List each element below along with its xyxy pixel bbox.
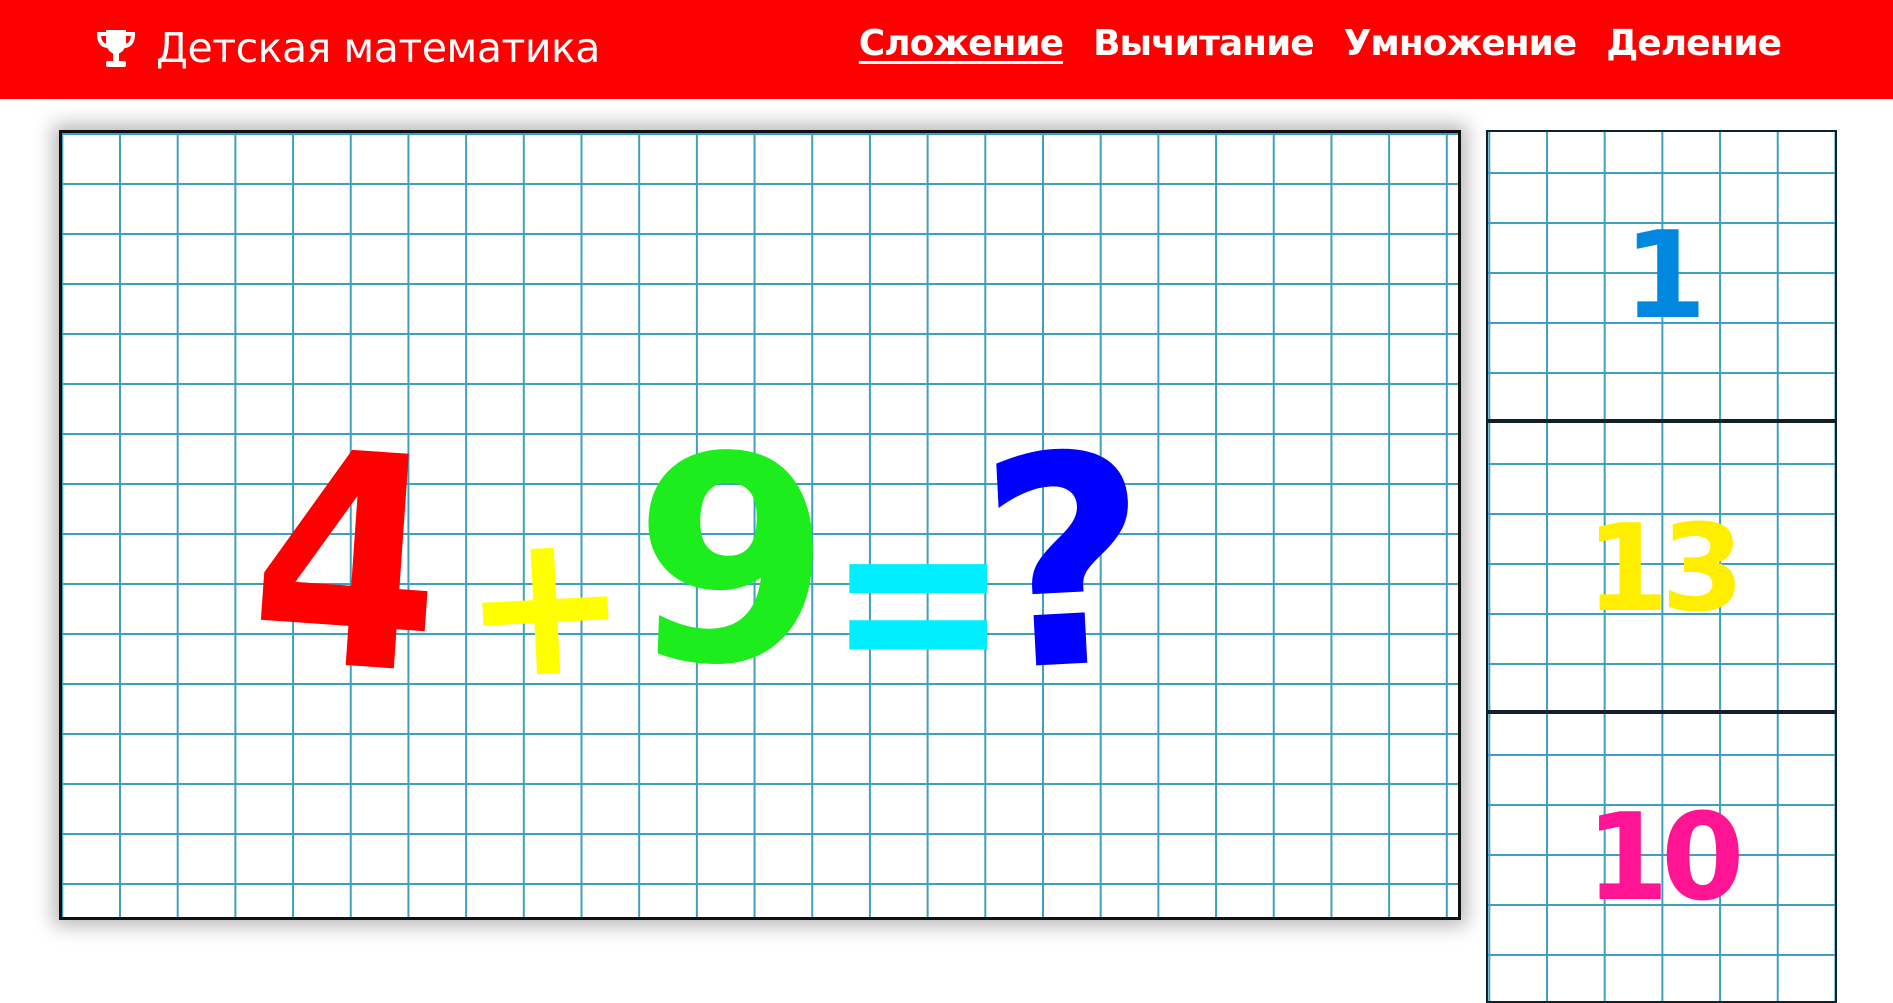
answer-value: 10 (1586, 789, 1739, 928)
answer-option-1-graphic: 1 (1623, 207, 1707, 346)
right-operand: 9 (627, 393, 837, 732)
trophy-icon (96, 30, 136, 67)
answer-option-3[interactable]: 10 (1486, 712, 1837, 1003)
answer-value: 13 (1586, 500, 1737, 639)
nav-multiplication[interactable]: Умножение (1344, 20, 1578, 68)
top-navigation-bar: Детская математика Сложение Вычитание Ум… (0, 0, 1893, 99)
answer-option-3-graphic: 10 (1586, 789, 1747, 928)
answer-options: 1 13 10 (1486, 130, 1837, 1003)
answer-value: 1 (1623, 207, 1707, 346)
left-operand: 4 (241, 385, 453, 741)
site-title: Детская математика (156, 23, 600, 72)
nav-division[interactable]: Деление (1606, 20, 1782, 68)
answer-option-2-graphic: 13 (1586, 500, 1745, 639)
nav-subtraction[interactable]: Вычитание (1093, 20, 1315, 68)
answer-option-2[interactable]: 13 (1486, 421, 1837, 712)
brand-home-link[interactable]: Детская математика (92, 18, 600, 78)
nav-addition[interactable]: Сложение (859, 20, 1064, 68)
unknown-answer: ? (973, 392, 1159, 737)
main-nav: Сложение Вычитание Умножение Деление (859, 20, 1782, 68)
answer-option-1[interactable]: 1 (1486, 130, 1837, 421)
problem-board: 4 + 9 = ? (59, 130, 1461, 920)
operator-sign: + (455, 484, 635, 725)
equation: 4 + 9 = ? (241, 385, 1159, 746)
